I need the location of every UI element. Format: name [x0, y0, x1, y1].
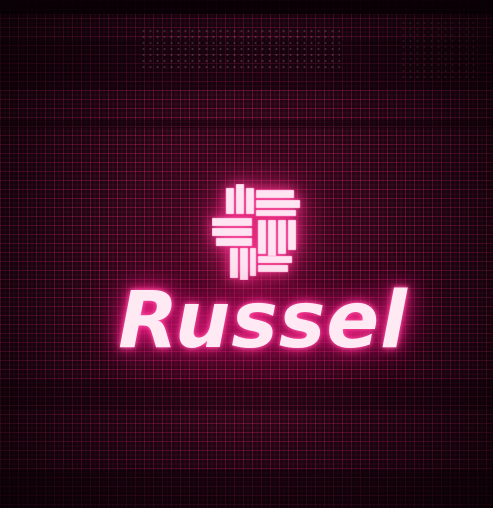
woven-square-logo-icon — [212, 184, 310, 280]
splash-screen: Russel — [0, 0, 493, 508]
brand-name: Russel — [118, 276, 408, 366]
